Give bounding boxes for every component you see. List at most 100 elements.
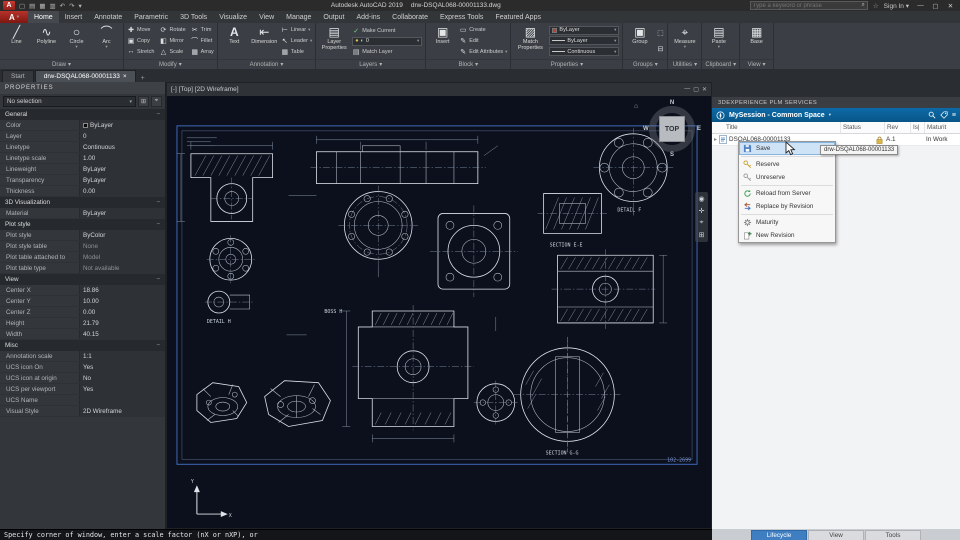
panel-label-properties[interactable]: Properties ▾ — [511, 59, 623, 69]
tab-lifecycle[interactable]: Lifecycle — [751, 530, 807, 540]
scale-button[interactable]: △ Scale — [159, 47, 185, 57]
text-button[interactable]: A Text — [221, 25, 248, 57]
menu-tab-visualize[interactable]: Visualize — [213, 11, 253, 23]
menu-tab-output[interactable]: Output — [317, 11, 350, 23]
insert-button[interactable]: ▣ Insert — [429, 25, 456, 57]
match-layer-button[interactable]: ▤ Match Layer — [352, 47, 422, 57]
start-tab[interactable]: Start — [2, 70, 34, 82]
chevron-down-icon[interactable]: ▾ — [829, 112, 831, 117]
viewcube-top-face[interactable]: TOP — [659, 116, 685, 142]
qat-dropdown-icon[interactable]: ▾ — [79, 2, 82, 10]
menu-tab-annotate[interactable]: Annotate — [88, 11, 128, 23]
column-status[interactable]: Status — [840, 122, 884, 133]
application-menu-button[interactable]: A ▾ — [0, 11, 28, 23]
section-header-view[interactable]: View − — [0, 274, 165, 285]
new-tab-button[interactable]: + — [137, 75, 149, 82]
copy-button[interactable]: ▣ Copy — [127, 36, 154, 46]
polyline-button[interactable]: ∿ Polyline — [33, 25, 60, 57]
undo-icon[interactable]: ↶ — [60, 2, 65, 10]
zoom-extents-icon[interactable]: ⌖ — [700, 219, 704, 227]
menu-tab-featured-apps[interactable]: Featured Apps — [489, 11, 547, 23]
viewcube-west[interactable]: W — [643, 126, 649, 132]
linetype-dropdown[interactable]: Continuous ▾ — [549, 47, 620, 57]
autocad-logo[interactable]: A — [3, 1, 15, 10]
mirror-button[interactable]: ◧ Mirror — [159, 36, 185, 46]
group-button[interactable]: ▣ Group — [626, 25, 653, 57]
command-line[interactable]: Specify corner of window, enter a scale … — [0, 529, 712, 540]
open-file-icon[interactable]: ▤ — [29, 2, 35, 10]
panel-label-block[interactable]: Block ▾ — [426, 59, 511, 69]
model-space-canvas[interactable]: 102-2699 DETAIL H SECTION E-E DETAIL F B… — [167, 96, 711, 528]
trim-button[interactable]: ✂ Trim — [191, 25, 214, 35]
full-navigation-wheel-icon[interactable]: ◉ — [698, 195, 704, 203]
group-edit-button[interactable]: ⊟ — [656, 44, 664, 54]
drawing-tab[interactable]: drw-DSQAL068-00001133 × — [34, 70, 136, 82]
edit-attributes-button[interactable]: ✎ Edit Attributes ▾ — [459, 47, 507, 57]
ungroup-button[interactable]: ⬚ — [656, 28, 664, 38]
viewport-controls-view[interactable]: [Top] — [179, 86, 193, 93]
restore-button[interactable]: ▢ — [929, 1, 942, 10]
panel-label-layers[interactable]: Layers ▾ — [316, 59, 426, 69]
pan-icon[interactable]: ✛ — [699, 207, 705, 215]
linear-button[interactable]: ⊢ Linear ▾ — [281, 25, 312, 35]
edit-block-button[interactable]: ✎ Edit — [459, 36, 507, 46]
section-header-3d-visualization[interactable]: 3D Visualization − — [0, 197, 165, 208]
array-button[interactable]: ▦ Array — [191, 47, 213, 57]
move-button[interactable]: ✚ Move — [127, 25, 154, 35]
base-button[interactable]: ▦ Base — [743, 25, 770, 57]
fillet-button[interactable]: ⌒ Fillet — [191, 36, 214, 46]
panel-label-modify[interactable]: Modify ▾ — [124, 59, 217, 69]
viewcube-north[interactable]: N — [670, 100, 674, 106]
close-button[interactable]: ✕ — [944, 1, 957, 10]
favorites-icon[interactable]: ☆ — [873, 2, 879, 10]
panel-label-clipboard[interactable]: Clipboard ▾ — [702, 59, 740, 69]
line-button[interactable]: ╱ Line — [3, 25, 30, 57]
menu-tab-insert[interactable]: Insert — [59, 11, 89, 23]
table-button[interactable]: ▦ Table — [281, 47, 312, 57]
menu-item-new-revision[interactable]: New Revision — [739, 229, 835, 242]
column-rev[interactable]: Rev — [884, 122, 910, 133]
menu-tab-express-tools[interactable]: Express Tools — [434, 11, 489, 23]
menu-item-reserve[interactable]: Reserve — [739, 158, 835, 171]
rotate-button[interactable]: ⟳ Rotate — [159, 25, 186, 35]
quick-select-icon[interactable]: ⌖ — [151, 96, 162, 107]
menu-tab-add-ins[interactable]: Add-ins — [350, 11, 386, 23]
lineweight-dropdown[interactable]: ByLayer ▾ — [549, 36, 620, 46]
orbit-icon[interactable]: ⊞ — [699, 231, 705, 239]
dimension-button[interactable]: ⇤ Dimension — [251, 25, 278, 57]
collapse-icon[interactable]: − — [156, 276, 160, 283]
panel-label-view[interactable]: View ▾ — [740, 59, 774, 69]
circle-button[interactable]: ○ Circle ▾ — [63, 25, 90, 57]
menu-tab-home[interactable]: Home — [28, 11, 59, 23]
viewport-controls-visual-style[interactable]: [2D Wireframe] — [195, 86, 239, 93]
selection-dropdown[interactable]: No selection ▾ — [3, 96, 136, 107]
arc-button[interactable]: ⌒ Arc ▾ — [93, 25, 120, 57]
save-icon[interactable]: ▦ — [39, 2, 45, 10]
menu-tab-manage[interactable]: Manage — [280, 11, 317, 23]
toggle-pickadd-icon[interactable]: ⊞ — [138, 96, 149, 107]
collapse-icon[interactable]: − — [156, 342, 160, 349]
search-icon[interactable] — [928, 111, 936, 119]
help-search-box[interactable]: ⌕ — [749, 1, 868, 10]
column-is[interactable]: Is| — [910, 122, 924, 133]
tab-tools[interactable]: Tools — [865, 530, 921, 540]
panel-label-utilities[interactable]: Utilities ▾ — [668, 59, 702, 69]
menu-item-maturity[interactable]: Maturity — [739, 216, 835, 229]
section-header-general[interactable]: General − — [0, 109, 165, 120]
tag-icon[interactable] — [940, 111, 948, 119]
sign-in-button[interactable]: Sign In ▾ — [884, 2, 909, 10]
layer-dropdown[interactable]: ● ◐ 0 ▾ — [352, 36, 423, 46]
redo-icon[interactable]: ↷ — [69, 2, 74, 10]
viewcube-south[interactable]: S — [670, 152, 674, 158]
menu-tab-3d-tools[interactable]: 3D Tools — [174, 11, 213, 23]
window-restore-icon[interactable]: ▢ — [693, 86, 699, 93]
section-header-plot-style[interactable]: Plot style − — [0, 219, 165, 230]
make-current-button[interactable]: ✓ Make Current — [352, 26, 422, 36]
close-tab-icon[interactable]: × — [123, 73, 127, 80]
menu-item-replace-by-revision[interactable]: Replace by Revision — [739, 200, 835, 213]
create-block-button[interactable]: ▭ Create — [459, 25, 507, 35]
match-properties-button[interactable]: ▨ Match Properties — [514, 25, 546, 57]
menu-tab-view[interactable]: View — [253, 11, 280, 23]
menu-tab-parametric[interactable]: Parametric — [128, 11, 174, 23]
menu-item-unreserve[interactable]: Unreserve — [739, 171, 835, 184]
